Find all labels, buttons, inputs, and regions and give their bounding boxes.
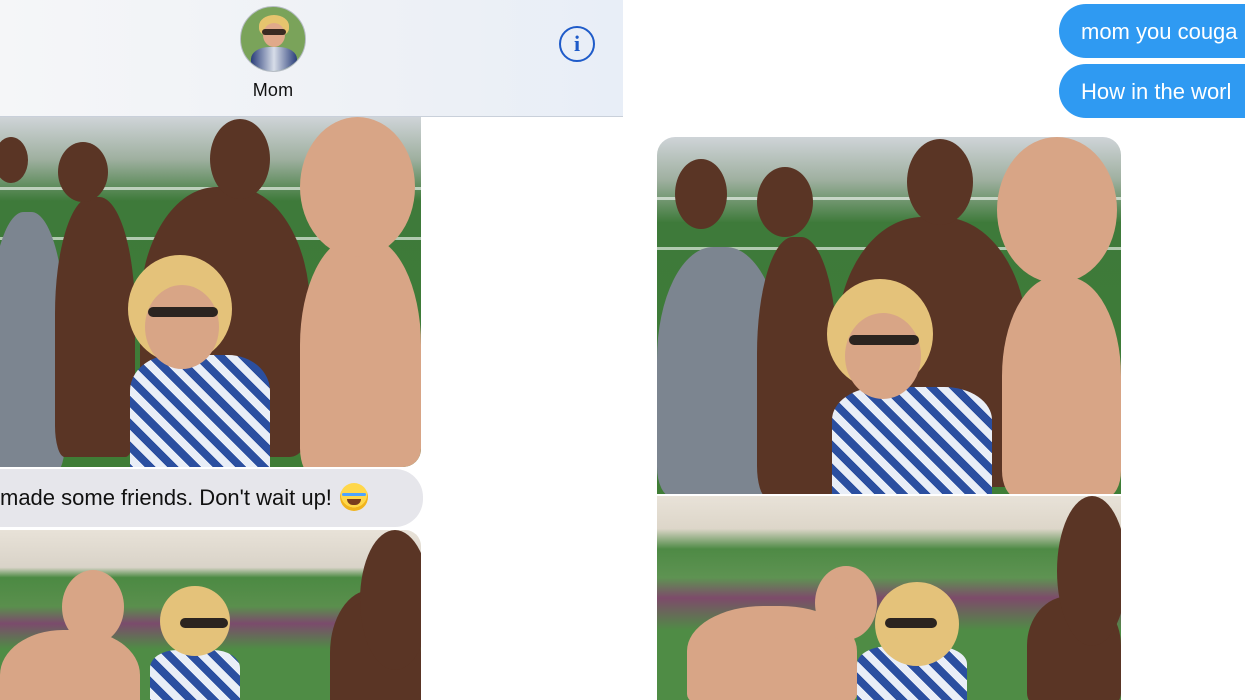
laughing-tears-emoji-icon (340, 483, 369, 511)
screenshot-composite: Mom i made some friends. Don't wait up! (0, 0, 1245, 700)
received-photo[interactable] (0, 117, 421, 467)
avatar-glasses (262, 29, 286, 35)
conversation-panel-left: Mom i made some friends. Don't wait up! (0, 0, 623, 700)
photo[interactable] (657, 137, 1121, 494)
contact-name[interactable]: Mom (0, 80, 546, 101)
chat-header: Mom i (0, 0, 623, 117)
avatar-body (251, 47, 297, 71)
received-message-bubble[interactable]: made some friends. Don't wait up! (0, 469, 423, 527)
conversation-panel-right: mom you couga How in the worl (623, 0, 1245, 700)
avatar-face (263, 23, 285, 47)
message-text: made some friends. Don't wait up! (0, 485, 332, 510)
sent-message-bubble[interactable]: How in the worl (1059, 64, 1245, 118)
sent-message-bubble[interactable]: mom you couga (1059, 4, 1245, 58)
info-icon[interactable]: i (559, 26, 595, 62)
contact-avatar[interactable] (240, 6, 306, 72)
photo[interactable] (657, 496, 1121, 700)
received-photo[interactable] (0, 530, 421, 700)
